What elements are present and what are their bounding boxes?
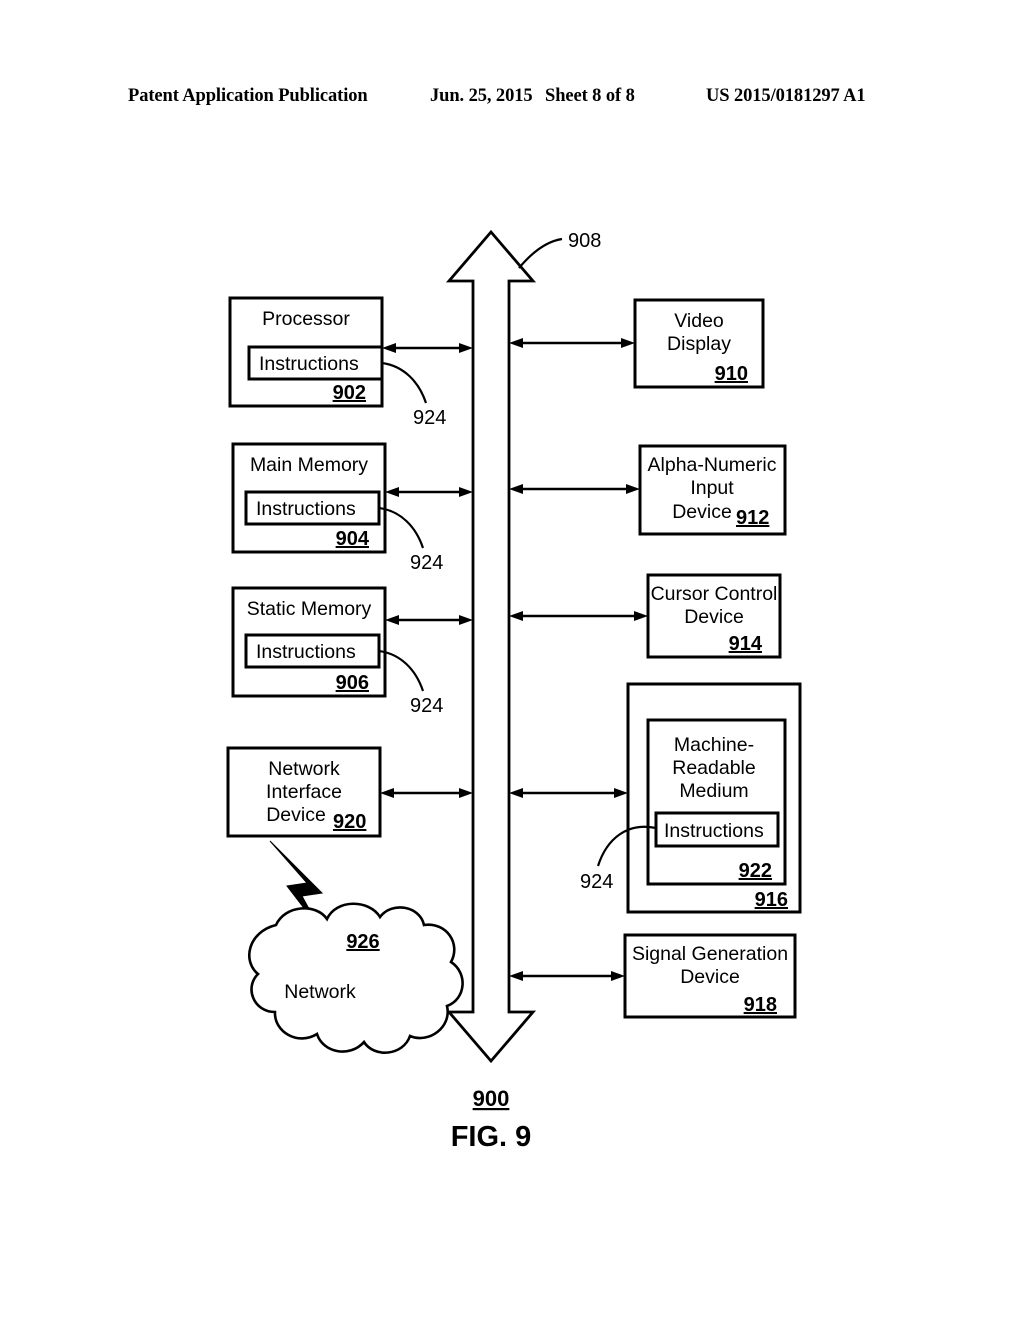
- machine-readable-medium-line3: Medium: [679, 780, 748, 802]
- system-ref-label: 900: [473, 1086, 510, 1111]
- static-memory-title: Static Memory: [247, 598, 372, 620]
- bus-ref-label: 908: [568, 230, 601, 252]
- machine-readable-medium-line1: Machine-: [674, 734, 754, 756]
- network-interface-device-line2: Interface: [266, 781, 342, 803]
- main-memory-instructions-leader-label: 924: [410, 552, 443, 574]
- main-memory-title: Main Memory: [250, 454, 368, 476]
- signal-generation-ref-label: 918: [744, 994, 777, 1016]
- machine-readable-medium-line2: Readable: [672, 757, 755, 779]
- alpha-numeric-input-line2: Input: [690, 477, 734, 499]
- main-memory-connector-arrowhead-right: [459, 487, 473, 497]
- processor-ref-label: 902: [333, 382, 366, 404]
- cursor-control-line1: Cursor Control: [651, 583, 778, 605]
- video-display-line2: Display: [667, 333, 731, 355]
- processor-title: Processor: [262, 308, 350, 330]
- processor-connector-arrowhead-left: [382, 343, 396, 353]
- signal-generation-line1: Signal Generation: [632, 943, 788, 965]
- alpha-numeric-input-line3: Device: [672, 501, 732, 523]
- signal-generation-line2: Device: [680, 966, 740, 988]
- machine-readable-medium-instructions-leader-label: 924: [580, 871, 613, 893]
- network-ref-label: 926: [346, 931, 379, 953]
- cursor-control-connector-arrowhead-left: [509, 611, 523, 621]
- static-memory-instructions-label: Instructions: [256, 641, 356, 663]
- signal-generation-connector-arrowhead-left: [509, 971, 523, 981]
- network-interface-connector-arrowhead-right: [459, 788, 473, 798]
- main-memory-ref-label: 904: [336, 528, 370, 550]
- main-memory-instructions-label: Instructions: [256, 498, 356, 520]
- cursor-control-ref-label: 914: [729, 633, 763, 655]
- network-interface-device-line3: Device: [266, 804, 326, 826]
- processor-instructions-leader-label: 924: [413, 407, 446, 429]
- video-display-ref-label: 910: [715, 363, 748, 385]
- network-cloud: [248, 902, 464, 1054]
- video-display-connector-arrowhead-left: [509, 338, 523, 348]
- machine-readable-medium-instructions-label: Instructions: [664, 820, 764, 842]
- alpha-numeric-input-ref-label: 912: [736, 507, 769, 529]
- main-memory-connector-arrowhead-left: [385, 487, 399, 497]
- machine-readable-medium-ref-label: 922: [739, 860, 772, 882]
- machine-readable-connector-arrowhead-left: [509, 788, 523, 798]
- static-memory-instructions-leader-label: 924: [410, 695, 443, 717]
- static-memory-connector-arrowhead-left: [385, 615, 399, 625]
- cursor-control-line2: Device: [684, 606, 744, 628]
- alpha-numeric-connector-arrowhead-right: [626, 484, 640, 494]
- video-display-line1: Video: [674, 310, 724, 332]
- static-memory-connector-arrowhead-right: [459, 615, 473, 625]
- alpha-numeric-input-line1: Alpha-Numeric: [648, 454, 777, 476]
- network-label: Network: [284, 981, 356, 1003]
- signal-generation-connector-arrowhead-right: [611, 971, 625, 981]
- network-interface-connector-arrowhead-left: [380, 788, 394, 798]
- video-display-connector-arrowhead-right: [621, 338, 635, 348]
- system-bus-arrow: [445, 229, 537, 1064]
- figure-9-diagram: 908 Processor Instructions 902 924 Main …: [226, 229, 802, 1153]
- processor-instructions-label: Instructions: [259, 353, 359, 375]
- static-memory-ref-label: 906: [336, 672, 369, 694]
- alpha-numeric-connector-arrowhead-left: [509, 484, 523, 494]
- bus-leader-line: [518, 237, 563, 269]
- processor-instructions-leader-line: [381, 361, 428, 404]
- cursor-control-connector-arrowhead-right: [634, 611, 648, 621]
- network-interface-device-ref-label: 920: [333, 811, 366, 833]
- network-interface-device-line1: Network: [268, 758, 340, 780]
- machine-readable-connector-arrowhead-right: [614, 788, 628, 798]
- figure-caption: FIG. 9: [451, 1121, 532, 1153]
- machine-readable-medium-outer-ref-label: 916: [755, 889, 788, 911]
- processor-connector-arrowhead-right: [459, 343, 473, 353]
